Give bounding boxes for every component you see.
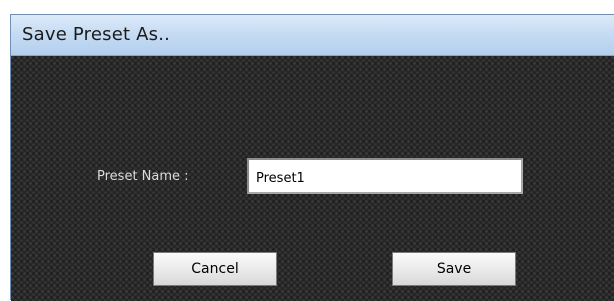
title-bar[interactable]: Save Preset As.. xyxy=(11,15,614,56)
preset-name-label: Preset Name : xyxy=(97,169,189,184)
dialog-title: Save Preset As.. xyxy=(22,24,171,45)
preset-name-input[interactable] xyxy=(247,158,523,194)
save-preset-dialog: Save Preset As.. Preset Name : Cancel Sa… xyxy=(10,14,614,301)
cancel-button[interactable]: Cancel xyxy=(153,252,277,286)
dialog-body: Preset Name : Cancel Save xyxy=(11,56,614,301)
save-button[interactable]: Save xyxy=(392,252,516,286)
